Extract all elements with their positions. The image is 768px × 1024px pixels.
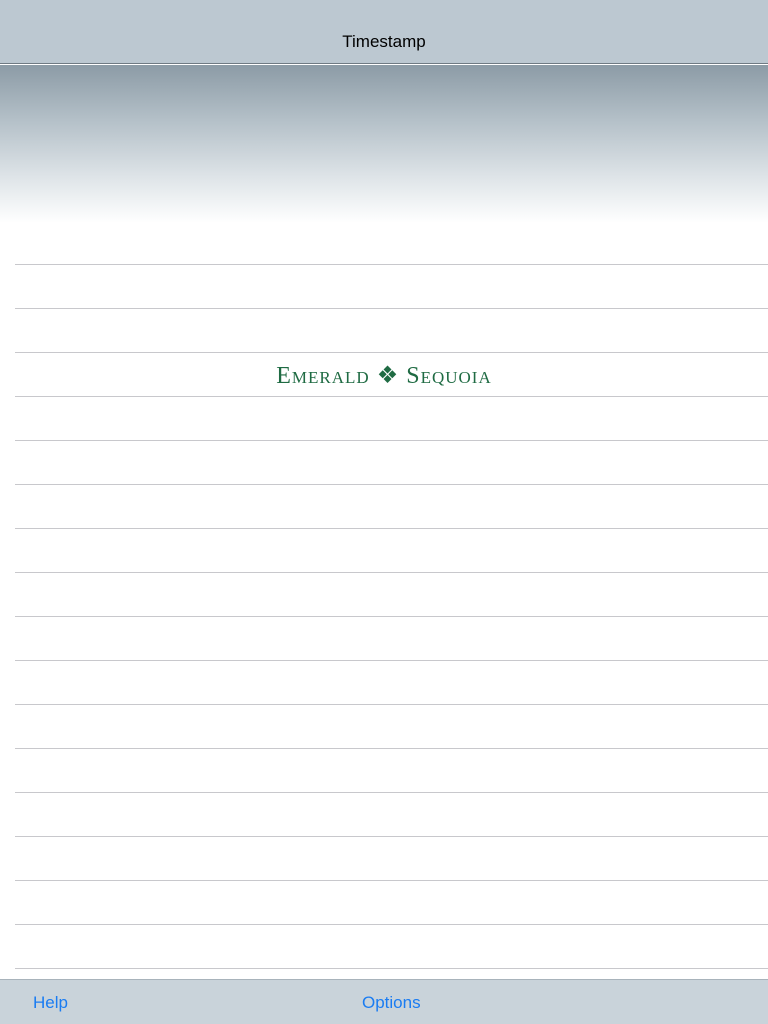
list-row[interactable] [15, 309, 768, 353]
list-row[interactable] [15, 881, 768, 925]
list-row[interactable] [15, 925, 768, 969]
list-row[interactable] [15, 793, 768, 837]
list-row[interactable] [15, 617, 768, 661]
list-row[interactable] [15, 441, 768, 485]
list-row[interactable] [15, 837, 768, 881]
bottom-toolbar: Help Options [0, 979, 768, 1024]
header-gradient [0, 65, 768, 223]
options-button[interactable]: Options [362, 992, 421, 1014]
list-row[interactable] [15, 573, 768, 617]
list-row[interactable] [15, 661, 768, 705]
navigation-bar: Timestamp [0, 0, 768, 64]
emerald-sequoia-logo: Emerald ❖ Sequoia [276, 363, 492, 389]
list-row[interactable] [15, 221, 768, 265]
timestamp-screen: Timestamp Emerald ❖ Sequoia Help Options [0, 0, 768, 1024]
list-row[interactable] [15, 265, 768, 309]
list-row[interactable] [15, 397, 768, 441]
help-button[interactable]: Help [33, 992, 68, 1014]
list-row[interactable] [15, 485, 768, 529]
page-title: Timestamp [342, 32, 426, 51]
list-row[interactable] [15, 705, 768, 749]
timestamp-list[interactable] [0, 221, 768, 979]
list-row[interactable] [15, 529, 768, 573]
list-row[interactable] [15, 749, 768, 793]
